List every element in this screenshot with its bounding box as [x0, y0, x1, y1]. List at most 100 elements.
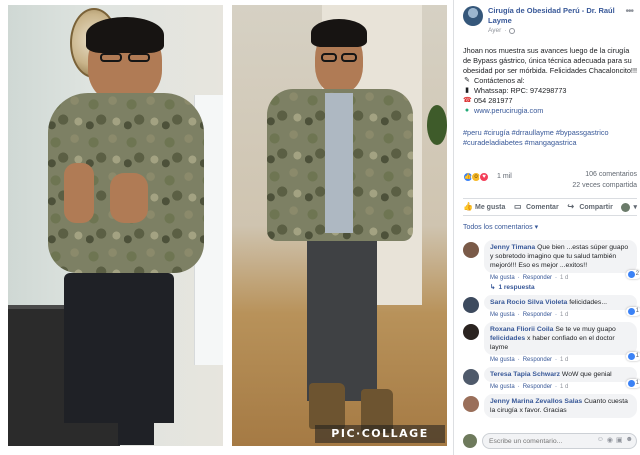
- comment: Sara Rocio Silva Violeta felicidades... …: [463, 295, 640, 318]
- post-body-text: Jhoan nos muestra sus avances luego de l…: [463, 46, 638, 75]
- reactions-summary: 👍 o ♥ 1 mil 106 comentarios 22 veces com…: [463, 170, 637, 194]
- comment-author[interactable]: Sara Rocio Silva Violeta: [490, 299, 567, 306]
- composer-icons: ☺ ◉ ▣ ☻: [597, 436, 633, 444]
- share-label: Compartir: [579, 203, 613, 211]
- comment-like-link[interactable]: Me gusta: [490, 384, 515, 390]
- like-icon: [627, 380, 635, 387]
- comment-reply-link[interactable]: Responder: [523, 384, 552, 390]
- reply-arrow-icon: ↳: [490, 284, 496, 291]
- comment-like-link[interactable]: Me gusta: [490, 275, 515, 281]
- speech-bubble-icon: ▭: [514, 202, 522, 211]
- commenter-avatar[interactable]: [463, 396, 479, 412]
- camera-icon[interactable]: ◉: [607, 436, 613, 444]
- comment-reply-link[interactable]: Responder: [523, 275, 552, 281]
- page-name-link[interactable]: Cirugía de Obesidad Perú - Dr. Raúl Laym…: [488, 6, 636, 26]
- comment-label: Comentar: [526, 203, 559, 211]
- comment-time[interactable]: 1 d: [560, 275, 568, 281]
- comment: Roxana Fliorii Coila Se te ve muy guapo …: [463, 322, 640, 363]
- commenter-avatar[interactable]: [463, 369, 479, 385]
- comment-author[interactable]: Jenny Timana: [490, 244, 535, 251]
- comment-count[interactable]: 106 comentarios: [585, 171, 637, 178]
- comment-time[interactable]: 1 d: [560, 384, 568, 390]
- action-bar: 👍 Me gusta ▭ Comentar ↪ Compartir ▾: [463, 198, 637, 216]
- comment-author[interactable]: Roxana Fliorii Coila: [490, 326, 553, 333]
- hashtags[interactable]: #peru #cirugía #drraullayme #bypassgastr…: [463, 128, 637, 148]
- replies-label: 1 respuesta: [498, 283, 535, 291]
- page-avatar[interactable]: [463, 6, 483, 26]
- comment-button[interactable]: ▭ Comentar: [514, 203, 559, 211]
- globe-icon: ●: [464, 107, 470, 114]
- comment-like-count[interactable]: 1: [625, 307, 640, 316]
- more-options-icon[interactable]: •••: [625, 6, 633, 17]
- comment-author[interactable]: Jenny Marina Zevallos Salas: [490, 398, 582, 405]
- post-text: Jhoan nos muestra sus avances luego de l…: [463, 46, 637, 116]
- comment-reply-link[interactable]: Responder: [523, 357, 552, 363]
- contact-heading-line: ✎ Contáctenos al:: [463, 76, 637, 86]
- reaction-icons[interactable]: 👍 o ♥: [463, 172, 489, 182]
- gif-icon[interactable]: ▣: [616, 436, 623, 444]
- comment-bubble: Roxana Fliorii Coila Se te ve muy guapo …: [484, 322, 640, 361]
- whatsapp-text: Whatssap: RPC: 974298773: [474, 86, 567, 95]
- comment-actions: Me gusta · Responder · 1 d: [490, 357, 569, 363]
- share-arrow-icon: ↪: [567, 202, 575, 211]
- sticker-icon[interactable]: ☻: [626, 436, 633, 444]
- comment-like-count[interactable]: 2: [625, 270, 640, 279]
- comment-time[interactable]: 1 d: [560, 357, 568, 363]
- react-as-selector[interactable]: ▾: [621, 202, 637, 212]
- comments-filter-label: Todos los comentarios: [463, 224, 533, 231]
- telephone-icon: ☎: [463, 97, 472, 104]
- comment-like-count[interactable]: 1: [625, 352, 640, 361]
- comment-reply-link[interactable]: Responder: [523, 312, 552, 318]
- comment-likes-number: 2: [635, 271, 639, 277]
- post-header: Cirugía de Obesidad Perú - Dr. Raúl Laym…: [463, 6, 635, 38]
- view-replies-link[interactable]: ↳ 1 respuesta: [490, 283, 637, 292]
- comment-tag[interactable]: felicidades: [490, 335, 525, 342]
- comment-bubble: Teresa Tapia Schwarz WoW que genial 1: [484, 367, 640, 388]
- comment: Teresa Tapia Schwarz WoW que genial 1 Me…: [463, 367, 640, 390]
- commenter-avatar[interactable]: [463, 324, 479, 340]
- person-before: [48, 15, 208, 446]
- like-label: Me gusta: [475, 203, 506, 211]
- comment: Jenny Marina Zevallos Salas Cuanto cuest…: [463, 394, 637, 418]
- person-after: [267, 15, 417, 446]
- user-avatar: [621, 202, 631, 212]
- share-button[interactable]: ↪ Compartir: [567, 203, 612, 211]
- comments-filter[interactable]: Todos los comentarios ▾: [463, 223, 538, 231]
- website-link[interactable]: www.perucirugia.com: [474, 106, 543, 116]
- user-avatar: [463, 434, 477, 448]
- commenter-avatar[interactable]: [463, 242, 479, 258]
- comment: Jenny Timana Que bien ...estas súper gua…: [463, 240, 640, 292]
- love-reaction-icon: ♥: [479, 172, 489, 182]
- phone-text: 054 281977: [474, 96, 513, 105]
- after-photo: [232, 5, 447, 446]
- website-line: ● www.perucirugia.com: [463, 106, 637, 116]
- comments-list: Jenny Timana Que bien ...estas súper gua…: [463, 240, 640, 422]
- comment-likes-number: 1: [635, 380, 639, 386]
- comment-like-link[interactable]: Me gusta: [490, 357, 515, 363]
- thumbs-up-icon: 👍: [463, 202, 473, 211]
- commenter-avatar[interactable]: [463, 297, 479, 313]
- reaction-count[interactable]: 1 mil: [497, 173, 512, 180]
- post-time[interactable]: Ayer: [488, 27, 501, 34]
- comment-likes-number: 1: [635, 308, 639, 314]
- comment-time[interactable]: 1 d: [560, 312, 568, 318]
- plant: [427, 105, 447, 145]
- comment-bubble: Sara Rocio Silva Violeta felicidades... …: [484, 295, 640, 316]
- post-photo[interactable]: PIC·COLLAGE: [0, 0, 453, 455]
- before-photo: [8, 5, 223, 446]
- comment-bubble: Jenny Marina Zevallos Salas Cuanto cuest…: [484, 394, 637, 418]
- like-button[interactable]: 👍 Me gusta: [463, 203, 505, 211]
- emoji-icon[interactable]: ☺: [597, 436, 604, 444]
- like-icon: [627, 271, 635, 278]
- comment-text: felicidades...: [569, 299, 607, 306]
- comment-author[interactable]: Teresa Tapia Schwarz: [490, 371, 560, 378]
- meta-separator: ·: [504, 27, 507, 34]
- caret-down-icon: ▾: [534, 224, 539, 231]
- comment-like-count[interactable]: 1: [625, 379, 640, 388]
- comment-bubble: Jenny Timana Que bien ...estas súper gua…: [484, 240, 640, 279]
- comment-like-link[interactable]: Me gusta: [490, 312, 515, 318]
- globe-icon: [509, 27, 516, 34]
- contact-heading: Contáctenos al:: [474, 76, 525, 85]
- comment-text: WoW que genial: [561, 371, 612, 378]
- share-count[interactable]: 22 veces compartida: [572, 182, 637, 189]
